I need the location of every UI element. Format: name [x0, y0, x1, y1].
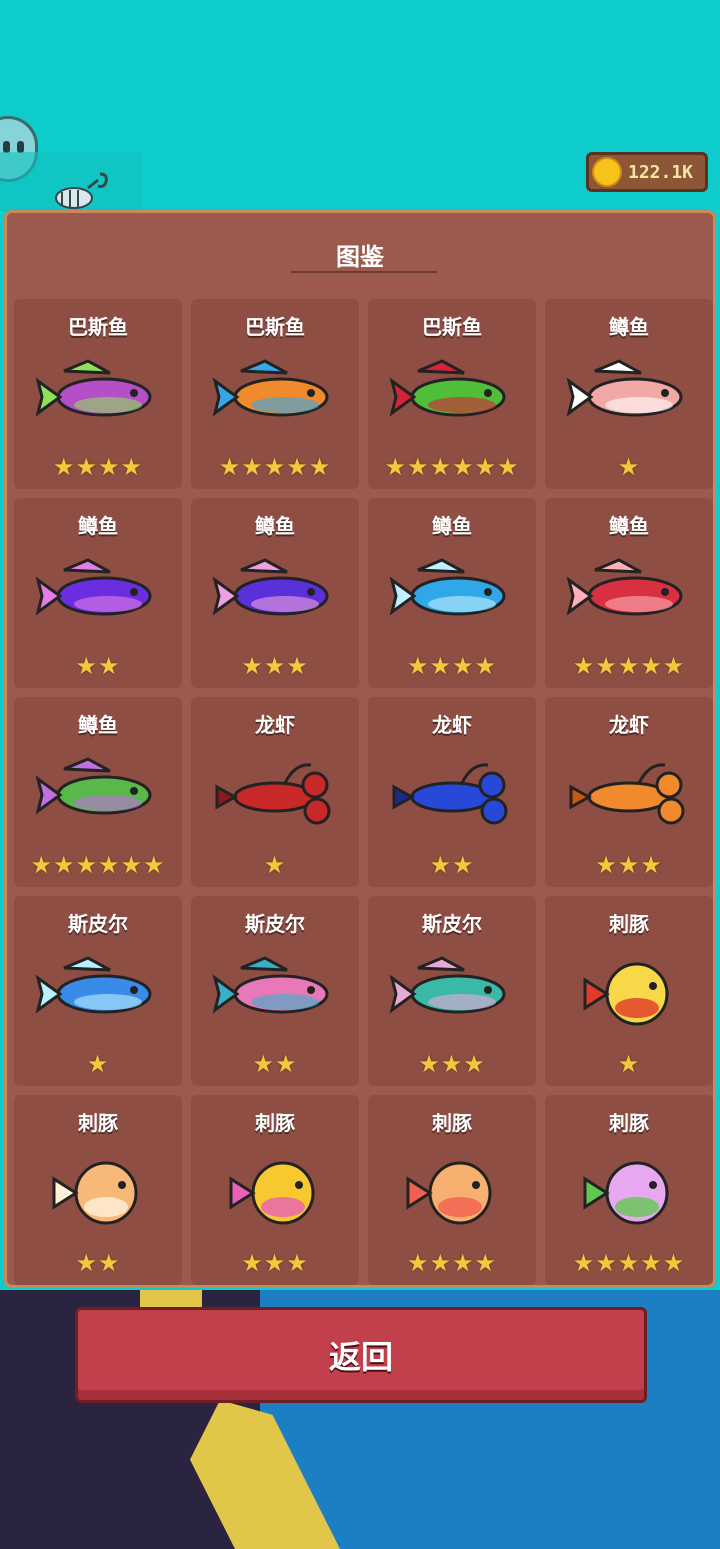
star-rating: ★★★ [595, 851, 663, 879]
star-rating: ★★★★ [406, 1249, 498, 1277]
creature-card[interactable]: 刺豚 ★★★★ [368, 1095, 536, 1285]
panel-title: 图鉴 [336, 243, 384, 271]
fish-sprite-icon [35, 359, 152, 417]
lobster-sprite-icon [392, 763, 508, 825]
fish-sprite-icon [389, 359, 506, 417]
creature-name: 鳟鱼 [78, 713, 118, 737]
creature-name: 斯皮尔 [245, 912, 305, 936]
creature-name: 刺豚 [432, 1111, 472, 1135]
creature-name: 斯皮尔 [68, 912, 128, 936]
fish-sprite-icon [35, 757, 152, 815]
star-rating: ★★★ [241, 1249, 309, 1277]
fish-skeleton-hook-icon [55, 172, 108, 209]
creature-name: 龙虾 [609, 713, 649, 737]
creature-card[interactable]: 斯皮尔 ★★ [191, 896, 359, 1086]
fish-sprite-icon [35, 956, 152, 1014]
creature-name: 鳟鱼 [609, 514, 649, 538]
pufferfish-sprite-icon [229, 1161, 315, 1225]
creature-name: 鳟鱼 [609, 315, 649, 339]
star-rating: ★ [263, 851, 287, 879]
creature-card[interactable]: 龙虾 ★★ [368, 697, 536, 887]
pufferfish-sprite-icon [52, 1161, 138, 1225]
creature-name: 刺豚 [609, 912, 649, 936]
creature-card[interactable]: 巴斯鱼 ★★★★★ [191, 299, 359, 489]
fish-sprite-icon [212, 558, 329, 616]
creature-card[interactable]: 龙虾 ★ [191, 697, 359, 887]
fish-sprite-icon [566, 558, 683, 616]
pufferfish-sprite-icon [583, 1161, 669, 1225]
title-divider [291, 271, 437, 273]
creature-card[interactable]: 巴斯鱼 ★★★★★★ [368, 299, 536, 489]
creature-name: 龙虾 [255, 713, 295, 737]
star-rating: ★ [617, 1050, 641, 1078]
creature-name: 斯皮尔 [422, 912, 482, 936]
creature-name: 巴斯鱼 [245, 315, 305, 339]
star-rating: ★★★ [241, 652, 309, 680]
fish-sprite-icon [212, 956, 329, 1014]
star-rating: ★★★ [418, 1050, 486, 1078]
star-rating: ★★★★★ [572, 1249, 686, 1277]
coin-icon [592, 157, 622, 187]
sand-ledge [140, 1290, 202, 1308]
star-rating: ★★★★★★ [30, 851, 166, 879]
creature-name: 刺豚 [609, 1111, 649, 1135]
creature-name: 鳟鱼 [432, 514, 472, 538]
creature-name: 龙虾 [432, 713, 472, 737]
pufferfish-sprite-icon [583, 962, 669, 1026]
creature-card[interactable]: 巴斯鱼 ★★★★ [14, 299, 182, 489]
creature-name: 鳟鱼 [78, 514, 118, 538]
creature-card[interactable]: 鳟鱼 ★★★★★★ [14, 697, 182, 887]
fish-sprite-icon [566, 359, 683, 417]
star-rating: ★ [617, 453, 641, 481]
lobster-sprite-icon [215, 763, 331, 825]
star-rating: ★★ [252, 1050, 298, 1078]
back-button-label: 返回 [328, 1338, 393, 1376]
creature-card[interactable]: 斯皮尔 ★★★ [368, 896, 536, 1086]
creature-card[interactable]: 鳟鱼 ★★ [14, 498, 182, 688]
creature-name: 鳟鱼 [255, 514, 295, 538]
creature-card[interactable]: 鳟鱼 ★★★★★ [545, 498, 713, 688]
creature-card[interactable]: 鳟鱼 ★★★ [191, 498, 359, 688]
creature-card[interactable]: 鳟鱼 ★★★★ [368, 498, 536, 688]
star-rating: ★★★★★ [572, 652, 686, 680]
fish-sprite-icon [389, 558, 506, 616]
star-rating: ★★ [429, 851, 475, 879]
creature-name: 巴斯鱼 [68, 315, 128, 339]
collection-panel: 图鉴 巴斯鱼 ★★★★ 巴斯鱼 ★★★★★ 巴斯鱼 ★★★★★★ 鳟鱼 ★ 鳟鱼 ★★ 鳟鱼 ★★★ 鳟… [4, 210, 716, 1288]
coin-counter: 122.1K [586, 152, 708, 192]
star-rating: ★★★★★ [218, 453, 332, 481]
creature-card[interactable]: 鳟鱼 ★ [545, 299, 713, 489]
creature-card[interactable]: 刺豚 ★★★★★ [545, 1095, 713, 1285]
back-button[interactable]: 返回 [75, 1307, 647, 1403]
creature-card[interactable]: 刺豚 ★★ [14, 1095, 182, 1285]
creature-card[interactable]: 刺豚 ★ [545, 896, 713, 1086]
coin-amount: 122.1K [628, 161, 694, 183]
creature-name: 巴斯鱼 [422, 315, 482, 339]
creature-card[interactable]: 斯皮尔 ★ [14, 896, 182, 1086]
creature-name: 刺豚 [255, 1111, 295, 1135]
star-rating: ★★ [75, 652, 121, 680]
lobster-sprite-icon [569, 763, 685, 825]
star-rating: ★★ [75, 1249, 121, 1277]
creature-card[interactable]: 刺豚 ★★★ [191, 1095, 359, 1285]
creature-grid: 巴斯鱼 ★★★★ 巴斯鱼 ★★★★★ 巴斯鱼 ★★★★★★ 鳟鱼 ★ 鳟鱼 ★★ 鳟鱼 ★★★ 鳟鱼 ★★… [14, 299, 713, 1285]
pufferfish-sprite-icon [406, 1161, 492, 1225]
star-rating: ★ [86, 1050, 110, 1078]
star-rating: ★★★★ [52, 453, 144, 481]
creature-card[interactable]: 龙虾 ★★★ [545, 697, 713, 887]
fish-sprite-icon [212, 359, 329, 417]
star-rating: ★★★★★★ [384, 453, 520, 481]
star-rating: ★★★★ [406, 652, 498, 680]
fish-sprite-icon [35, 558, 152, 616]
fish-sprite-icon [389, 956, 506, 1014]
creature-name: 刺豚 [78, 1111, 118, 1135]
